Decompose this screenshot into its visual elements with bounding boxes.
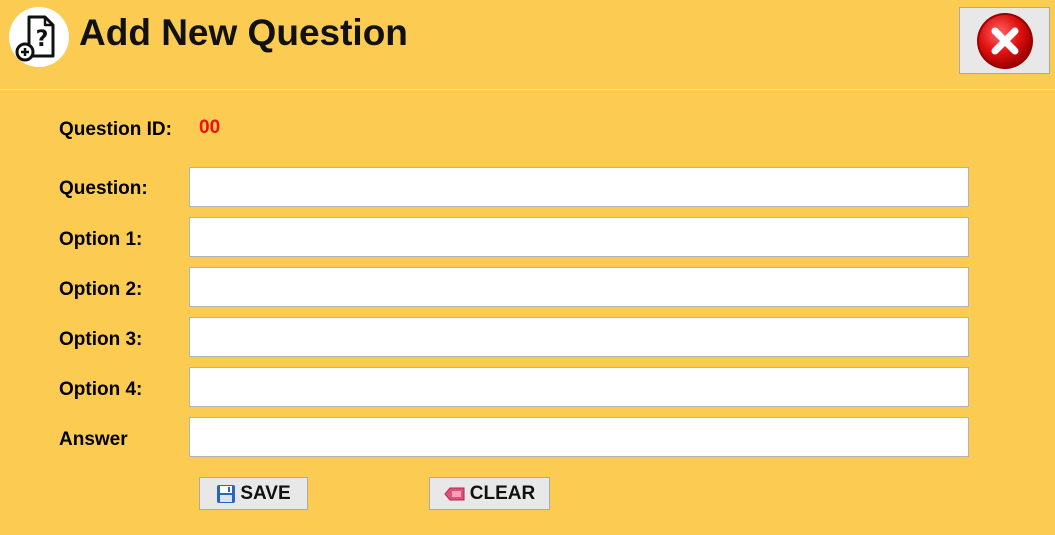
save-button[interactable]: SAVE	[199, 477, 308, 510]
question-input[interactable]	[189, 167, 969, 207]
question-label: Question:	[59, 178, 148, 199]
answer-input[interactable]	[189, 417, 969, 457]
clear-button-label: CLEAR	[469, 482, 536, 504]
clear-button[interactable]: CLEAR	[429, 477, 550, 510]
option-3-input[interactable]	[189, 317, 969, 357]
question-id-value: 00	[199, 117, 221, 138]
option-3-label: Option 3:	[59, 329, 143, 350]
option-2-input[interactable]	[189, 267, 969, 307]
option-1-input[interactable]	[189, 217, 969, 257]
svg-text:?: ?	[36, 27, 49, 52]
save-button-label: SAVE	[240, 482, 291, 504]
question-id-label: Question ID:	[59, 119, 172, 140]
option-4-input[interactable]	[189, 367, 969, 407]
option-4-label: Option 4:	[59, 379, 143, 400]
close-icon	[977, 13, 1033, 69]
page-title: Add New Question	[79, 12, 408, 53]
header-bar: ? Add New Question	[0, 0, 1055, 90]
floppy-disk-icon	[217, 484, 236, 503]
question-document-add-icon: ?	[9, 7, 69, 67]
option-1-label: Option 1:	[59, 229, 143, 250]
eraser-icon	[444, 487, 465, 500]
answer-label: Answer	[59, 429, 128, 450]
option-2-label: Option 2:	[59, 279, 143, 300]
close-button[interactable]	[959, 7, 1050, 74]
